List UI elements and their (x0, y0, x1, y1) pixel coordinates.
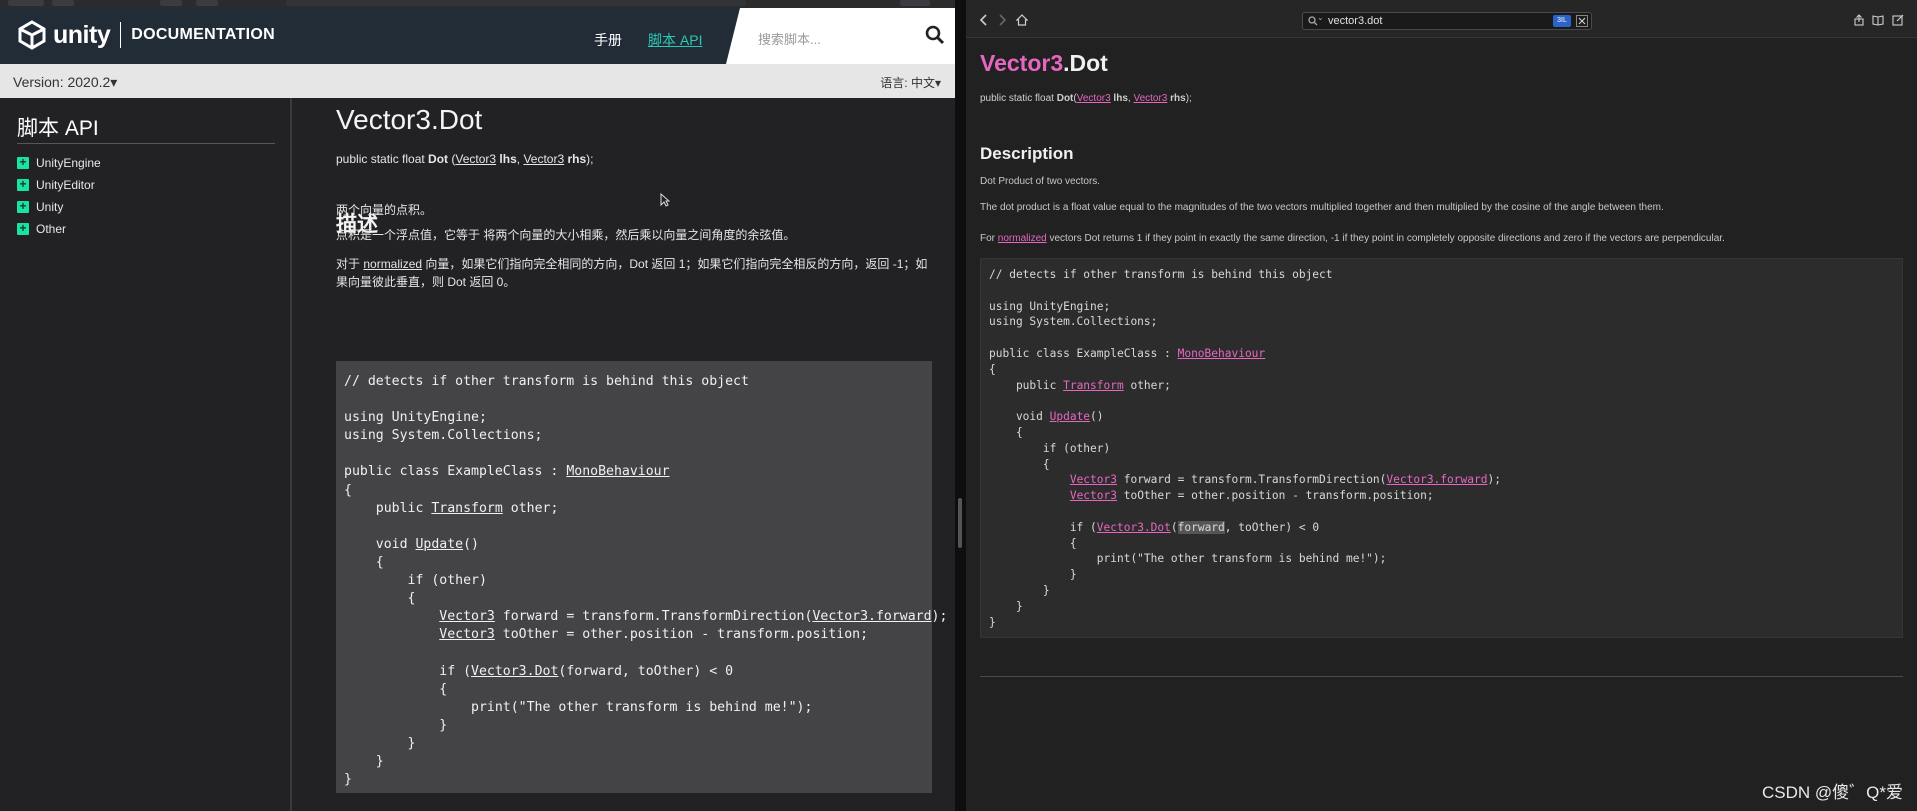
viewer-page-title: Vector3.Dot (980, 50, 1108, 76)
sidebar-item-unityengine[interactable]: + UnityEngine (17, 156, 101, 170)
viewer-section-heading: Description (980, 144, 1074, 163)
sidebar-item-other[interactable]: + Other (17, 222, 66, 236)
sidebar-title: 脚本 API (17, 117, 99, 140)
transform-link[interactable]: Transform (431, 501, 502, 516)
search-placeholder: 搜索脚本... (758, 32, 821, 47)
search-icon[interactable] (925, 25, 945, 45)
viewer-description-text: The dot product is a float value equal t… (980, 202, 1664, 213)
version-select[interactable]: Version: 2020.2▾ (13, 74, 117, 91)
viewer-search-value: vector3.dot (1328, 15, 1383, 27)
viewer-description-text: Dot Product of two vectors. (980, 176, 1101, 187)
viewer-method-signature: public static float Dot(Vector3 lhs, Vec… (980, 93, 1192, 104)
footer-divider (980, 676, 1903, 677)
share-icon[interactable] (1853, 14, 1865, 26)
main-content: Vector3.Dot public static float Dot (Vec… (294, 98, 955, 811)
viewer-description-text: For normalized vectors Dot returns 1 if … (980, 233, 1725, 244)
expand-plus-icon[interactable]: + (17, 156, 29, 169)
search-scope-badge[interactable]: 3IL (1553, 15, 1571, 27)
vector3-link[interactable]: Vector3 (439, 627, 495, 642)
monobehaviour-link[interactable]: MonoBehaviour (566, 464, 669, 479)
language-select[interactable]: 语言: 中文▾ (880, 74, 941, 91)
vector3-forward-link[interactable]: Vector3.forward (812, 609, 931, 624)
vector3-link[interactable]: Vector3 (523, 152, 564, 166)
vector3-link[interactable]: Vector3 (1077, 93, 1111, 104)
code-example: // detects if other transform is behind … (336, 361, 947, 793)
viewer-toolbar: ⌄ vector3.dot 3IL (966, 0, 1917, 38)
vector3-link[interactable]: Vector3 (1070, 489, 1117, 502)
close-icon[interactable] (1576, 15, 1588, 27)
vector3-forward-link[interactable]: Vector3.forward (1386, 473, 1487, 486)
unity-cube-icon (18, 20, 46, 50)
viewer-search-input[interactable]: ⌄ vector3.dot 3IL (1302, 12, 1592, 30)
vector3-link[interactable]: Vector3 (439, 609, 495, 624)
chevron-down-icon: ▾ (110, 74, 118, 90)
chevron-down-icon: ▾ (934, 76, 941, 90)
sidebar-item-unity[interactable]: + Unity (17, 200, 63, 214)
vector3-dot-link[interactable]: Vector3.Dot (1097, 521, 1171, 534)
unity-docs-pane: unity DOCUMENTATION 手册 脚本 API 搜索脚本... Ve… (0, 0, 955, 811)
search-options-icon[interactable]: ⌄ (1317, 13, 1324, 22)
viewer-code-example: // detects if other transform is behind … (980, 258, 1903, 638)
expand-plus-icon[interactable]: + (17, 222, 29, 235)
unity-logo[interactable]: unity DOCUMENTATION (17, 20, 275, 50)
nav-manual-link[interactable]: 手册 (594, 30, 622, 50)
version-bar: Version: 2020.2▾ 语言: 中文▾ (0, 64, 955, 98)
update-link[interactable]: Update (415, 537, 463, 552)
forward-icon[interactable] (996, 14, 1008, 26)
browser-top-strip (0, 0, 955, 8)
description-text: 两个向量的点积。 (336, 203, 433, 217)
sidebar-divider (17, 143, 275, 144)
splitter-handle[interactable] (958, 498, 962, 548)
transform-link[interactable]: Transform (1063, 379, 1124, 392)
mouse-cursor-icon (660, 193, 670, 207)
expand-plus-icon[interactable]: + (17, 200, 29, 213)
search-input[interactable]: 搜索脚本... (726, 8, 955, 64)
api-sidebar: 脚本 API + UnityEngine + UnityEditor + Unity … (0, 98, 292, 811)
normalized-link[interactable]: normalized (998, 233, 1047, 244)
logo-divider (120, 22, 122, 48)
normalized-link[interactable]: normalized (363, 257, 422, 271)
logo-wordmark: unity (53, 20, 111, 49)
logo-documentation-label: DOCUMENTATION (131, 26, 275, 43)
page-title: Vector3.Dot (336, 104, 483, 135)
vector3-dot-link[interactable]: Vector3.Dot (471, 664, 558, 679)
vector3-link[interactable]: Vector3 (1133, 93, 1167, 104)
expand-plus-icon[interactable]: + (17, 178, 29, 191)
doc-viewer-pane: ⌄ vector3.dot 3IL Vector3.Dot public sta… (966, 0, 1917, 811)
update-link[interactable]: Update (1050, 410, 1090, 423)
monobehaviour-link[interactable]: MonoBehaviour (1178, 347, 1266, 360)
back-icon[interactable] (978, 14, 990, 26)
book-icon[interactable] (1872, 14, 1884, 26)
pane-splitter[interactable] (955, 0, 966, 811)
search-highlight: forward (1177, 520, 1225, 534)
description-text: 点积是一个浮点值，它等于 将两个向量的大小相乘，然后乘以向量之间角度的余弦值。 (336, 228, 796, 242)
vector3-link[interactable]: Vector3 (1070, 473, 1117, 486)
home-icon[interactable] (1016, 14, 1028, 26)
sidebar-item-unityeditor[interactable]: + UnityEditor (17, 178, 95, 192)
description-text: 对于 normalized 向量，如果它们指向完全相同的方向，Dot 返回 1；… (336, 257, 928, 289)
vector3-link[interactable]: Vector3 (455, 152, 496, 166)
nav-script-api-link[interactable]: 脚本 API (648, 30, 702, 50)
edit-icon[interactable] (1892, 14, 1904, 26)
method-signature: public static float Dot (Vector3 lhs, Ve… (336, 152, 594, 166)
csdn-watermark: CSDN @傻゛Q*爱 (1762, 783, 1903, 802)
